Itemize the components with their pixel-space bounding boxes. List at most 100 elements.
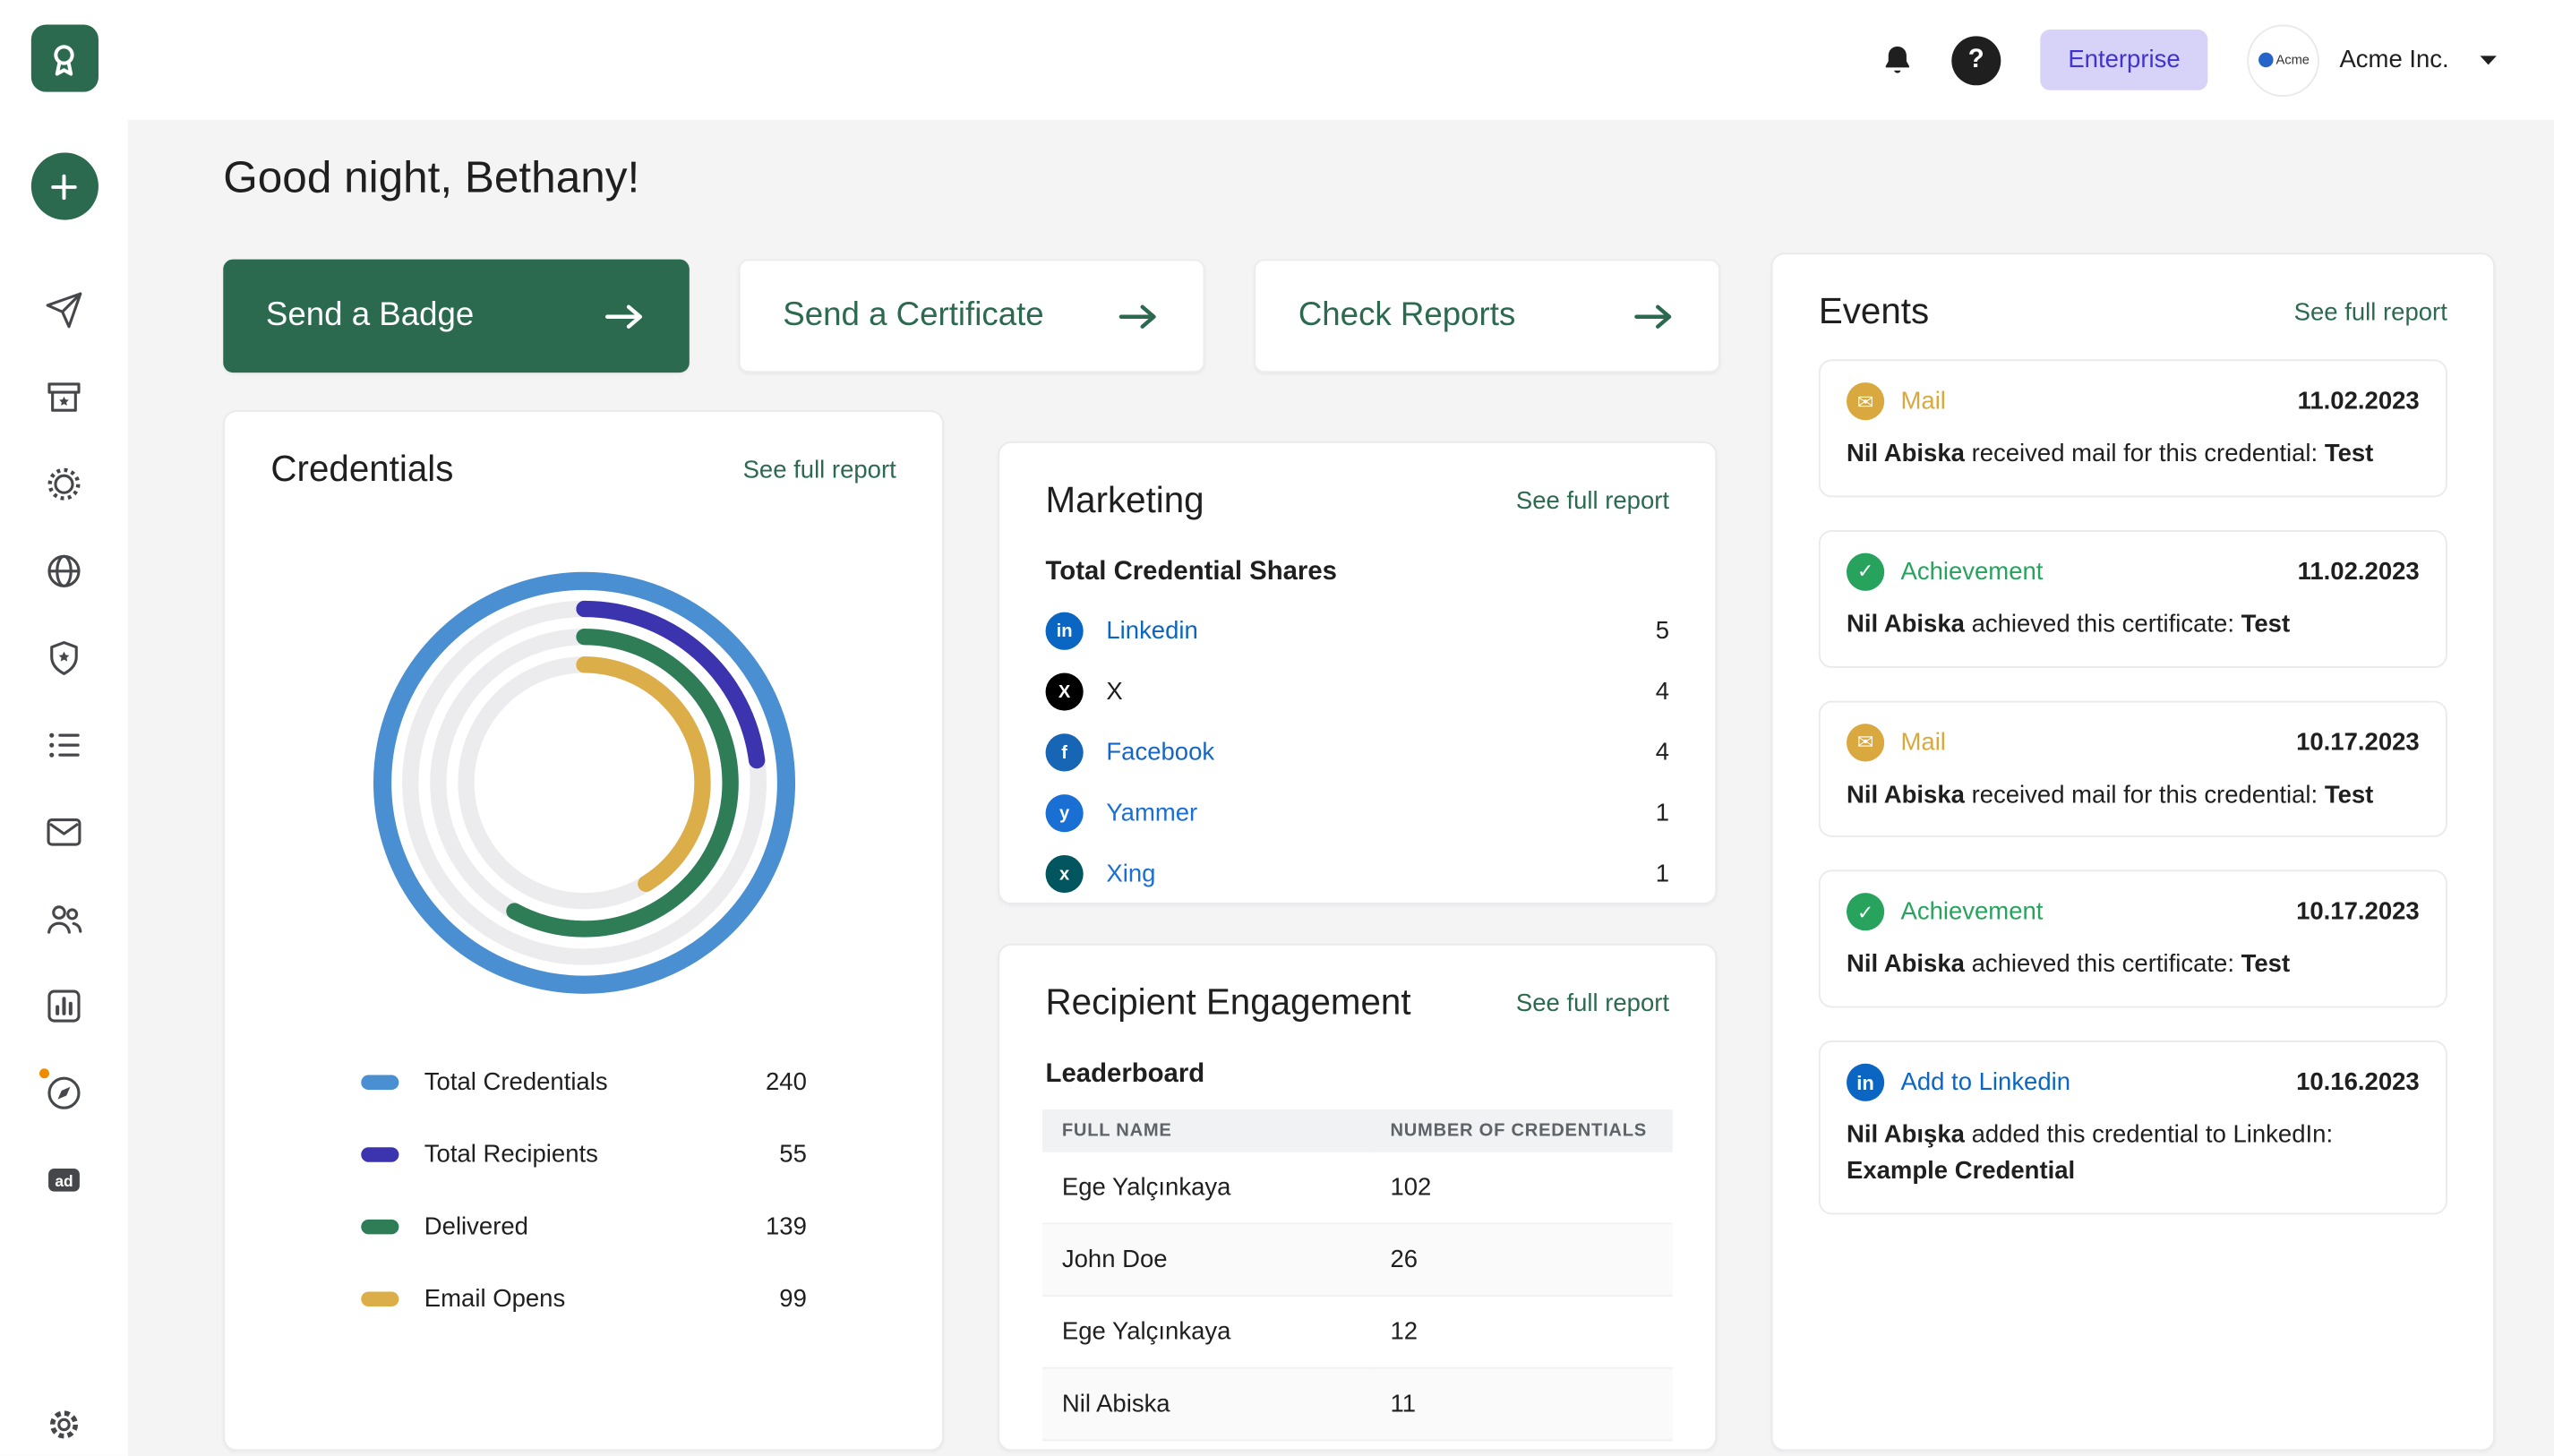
recipients-icon: [44, 899, 83, 938]
event-item[interactable]: ✓Achievement11.02.2023Nil Abiska achieve…: [1819, 530, 2447, 668]
share-list: inLinkedin5XX4fFacebook4yYammer1xXing1: [999, 601, 1715, 904]
event-date: 11.02.2023: [2298, 558, 2420, 586]
share-row: inLinkedin5: [1046, 601, 1670, 662]
legend-item: Total Recipients55: [360, 1141, 807, 1169]
globe-icon: [44, 552, 83, 591]
share-network-link[interactable]: Xing: [1106, 860, 1155, 887]
credentials-legend: Total Credentials240 Total Recipients55 De…: [225, 1068, 942, 1313]
event-highlight: Test: [2241, 951, 2291, 979]
sidebar-item-details[interactable]: [31, 724, 97, 767]
event-description: Nil Abiska achieved this certificate: Te…: [1847, 947, 2420, 983]
achievement-icon: ✓: [1847, 894, 1884, 931]
legend-value: 139: [766, 1213, 807, 1241]
sidebar-item-discover[interactable]: [31, 1072, 97, 1115]
event-date: 11.02.2023: [2298, 388, 2420, 415]
bell-icon: [1880, 42, 1916, 78]
share-row: xXing1: [1046, 844, 1670, 904]
share-count: 5: [1656, 617, 1669, 645]
org-menu-button[interactable]: [2479, 54, 2498, 67]
main-content: Good night, Bethany! Send a Badge Send a…: [128, 120, 2554, 1456]
sidebar-item-domains[interactable]: [31, 550, 97, 593]
event-description: Nil Abiska achieved this certificate: Te…: [1847, 607, 2420, 643]
sidebar-item-ads[interactable]: ad: [31, 1159, 97, 1202]
event-date: 10.17.2023: [2296, 898, 2420, 926]
event-type-label: Mail: [1900, 388, 1945, 415]
event-highlight: Example Credential: [1847, 1153, 2420, 1189]
sidebar-item-campaigns[interactable]: [31, 810, 97, 853]
discover-compass-icon: [44, 1074, 83, 1113]
question-mark-icon: ?: [1968, 45, 1984, 74]
marketing-see-full-report-link[interactable]: See full report: [1516, 486, 1669, 514]
share-network-link[interactable]: Linkedin: [1106, 617, 1197, 645]
leaderboard-body: Ege Yalçınkaya102John Doe26Ege Yalçınkay…: [1042, 1152, 1673, 1441]
help-button[interactable]: ?: [1951, 35, 2001, 84]
org-name[interactable]: Acme Inc.: [2339, 46, 2448, 73]
sidebar-item-certificates[interactable]: [31, 637, 97, 680]
x-icon: X: [1046, 672, 1084, 710]
send-certificate-button[interactable]: Send a Certificate: [739, 260, 1205, 373]
legend-item: Total Credentials240: [360, 1068, 807, 1096]
plus-icon: [47, 170, 81, 203]
event-description: Nil Abiska received mail for this creden…: [1847, 777, 2420, 813]
send-badge-label: Send a Badge: [266, 297, 474, 335]
credentials-title: Credentials: [270, 448, 453, 491]
event-highlight: Test: [2325, 781, 2374, 809]
event-item[interactable]: ✓ Achievement 10.17.2023 Nil Abiska achieve…: [1819, 870, 2447, 1008]
sidebar-item-analytics[interactable]: [31, 985, 97, 1028]
credentials-see-full-report-link[interactable]: See full report: [743, 456, 896, 484]
create-button[interactable]: [30, 152, 98, 219]
event-type-label: Achievement: [1900, 898, 2043, 926]
legend-label: Delivered: [424, 1213, 528, 1241]
share-network-link[interactable]: X: [1106, 678, 1122, 706]
engagement-see-full-report-link[interactable]: See full report: [1516, 989, 1669, 1016]
sidebar-item-send[interactable]: [31, 289, 97, 332]
recipient-engagement-card: Recipient Engagement See full report Lea…: [998, 944, 1717, 1451]
share-network-link[interactable]: Facebook: [1106, 739, 1214, 767]
legend-label: Total Credentials: [424, 1068, 608, 1096]
total-credential-shares-label: Total Credential Shares: [1046, 558, 1670, 587]
leaderboard-header-row: FULL NAMENUMBER OF CREDENTIALS: [1042, 1109, 1673, 1152]
legend-item: Delivered 139: [360, 1213, 807, 1241]
event-item[interactable]: ✉Mail10.17.2023Nil Abiska received mail …: [1819, 700, 2447, 838]
plan-badge[interactable]: Enterprise: [2040, 30, 2208, 90]
recipient-name: Ege Yalçınkaya: [1042, 1152, 1371, 1224]
event-recipient-name: Nil Abışka: [1847, 1121, 1965, 1149]
check-reports-label: Check Reports: [1298, 297, 1515, 335]
notifications-button[interactable]: [1880, 42, 1916, 78]
send-badge-button[interactable]: Send a Badge: [223, 260, 690, 373]
legend-label: Total Recipients: [424, 1141, 598, 1169]
org-avatar[interactable]: Acme: [2248, 24, 2320, 97]
ads-icon: ad: [44, 1161, 83, 1200]
sidebar-item-settings[interactable]: [31, 1403, 97, 1446]
share-count: 4: [1656, 739, 1669, 767]
events-see-full-report-link[interactable]: See full report: [2294, 298, 2447, 326]
sidebar-footer: [31, 1403, 97, 1446]
events-list: ✉Mail11.02.2023Nil Abiska received mail …: [1773, 359, 2494, 1213]
events-title: Events: [1819, 290, 1929, 333]
sidebar-item-collections[interactable]: [31, 376, 97, 419]
share-row: XX4: [1046, 662, 1670, 723]
recipient-name: Nil Abiska: [1042, 1368, 1371, 1441]
app-logo[interactable]: [30, 24, 98, 91]
credentials-seal-icon: [44, 465, 83, 504]
event-item[interactable]: inAdd to Linkedin10.16.2023Nil Abışka ad…: [1819, 1041, 2447, 1213]
event-header: inAdd to Linkedin10.16.2023: [1847, 1064, 2420, 1101]
event-recipient-name: Nil Abiska: [1847, 781, 1965, 809]
legend-swatch: [360, 1075, 398, 1090]
dashboard-app: ad ? Enterprise Acme Acme Inc. Good nigh…: [0, 0, 2554, 1456]
greeting: Good night, Bethany!: [223, 152, 639, 203]
sidebar-item-credentials[interactable]: [31, 463, 97, 506]
legend-label: Email Opens: [424, 1285, 565, 1313]
sidebar-item-recipients[interactable]: [31, 898, 97, 941]
event-item[interactable]: ✉Mail11.02.2023Nil Abiska received mail …: [1819, 359, 2447, 497]
envelope-icon: [44, 812, 83, 852]
quick-actions: Send a Badge Send a Certificate Check Re…: [223, 260, 1720, 373]
share-row: yYammer1: [1046, 783, 1670, 844]
arrow-right-icon: [1118, 303, 1161, 329]
share-network-link[interactable]: Yammer: [1106, 800, 1197, 827]
credentials-card: Credentials See full report Total Creden…: [223, 410, 944, 1451]
check-reports-button[interactable]: Check Reports: [1254, 260, 1720, 373]
send-icon: [44, 290, 83, 330]
event-recipient-name: Nil Abiska: [1847, 610, 1965, 638]
event-highlight: Test: [2325, 440, 2374, 467]
